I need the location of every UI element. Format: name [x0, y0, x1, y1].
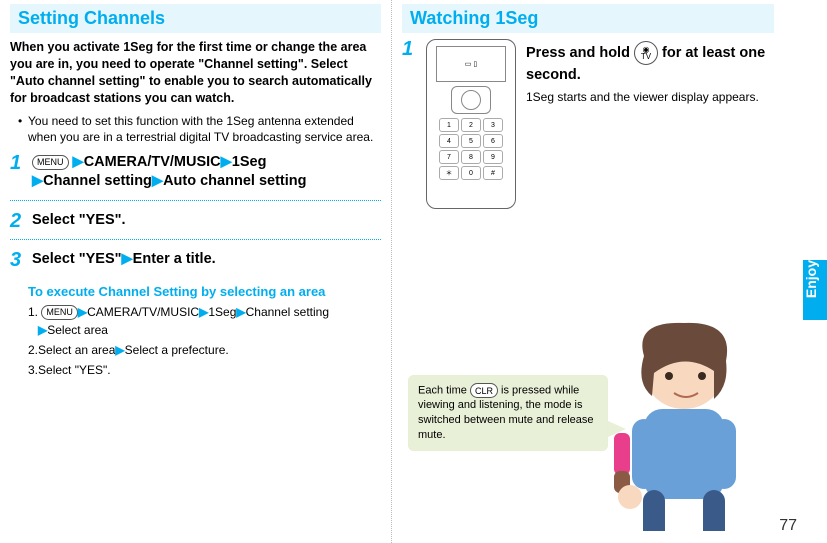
step-1: 1 MENU ▶CAMERA/TV/MUSIC▶1Seg ▶Channel se…: [10, 153, 381, 192]
side-tab-enjoy: Enjoy: [803, 260, 827, 320]
phone-screen: ▭ ▯: [436, 46, 506, 82]
arrow-icon: ▶: [221, 154, 232, 170]
step3-b: Enter a title.: [133, 251, 216, 267]
key-9: 9: [483, 150, 503, 164]
heading-setting-channels: Setting Channels: [10, 4, 381, 33]
sub-step-1: 1. MENU▶CAMERA/TV/MUSIC▶1Seg▶Channel set…: [28, 303, 381, 339]
key-6: 6: [483, 134, 503, 148]
sub-step-3: 3.Select "YES".: [28, 361, 381, 379]
step1-part1: CAMERA/TV/MUSIC: [84, 154, 221, 170]
sub1-c: Channel setting: [246, 305, 329, 319]
arrow-icon: ▶: [115, 343, 124, 357]
sub2-b: Select a prefecture.: [125, 343, 229, 357]
sub3-a: Select "YES".: [38, 363, 111, 377]
divider: [10, 200, 381, 201]
step-1-body: MENU ▶CAMERA/TV/MUSIC▶1Seg ▶Channel sett…: [32, 153, 381, 192]
arrow-icon: ▶: [78, 305, 87, 319]
step-2: 2 Select "YES".: [10, 211, 381, 231]
key-4: 4: [439, 134, 459, 148]
page-number: 77: [779, 517, 797, 535]
key-5: 5: [461, 134, 481, 148]
key-2: 2: [461, 118, 481, 132]
menu-icon: MENU: [41, 305, 78, 320]
character-illustration: [574, 301, 744, 531]
tip-a: Each time: [418, 385, 470, 397]
phone-illustration: ▭ ▯ 1 2 3 4 5 6 7 8 9 ＊ 0 #: [426, 39, 516, 209]
step1-part4: Auto channel setting: [163, 173, 306, 189]
arrow-icon: ▶: [122, 251, 133, 267]
watch-step-1-desc: 1Seg starts and the viewer display appea…: [526, 89, 774, 105]
intro-text: When you activate 1Seg for the first tim…: [10, 39, 381, 107]
watch-step-1-title: Press and hold ◉TV for at least one seco…: [526, 41, 774, 85]
sub2-num: 2.: [28, 343, 38, 357]
key-7: 7: [439, 150, 459, 164]
step-number: 2: [10, 211, 26, 231]
watch-step-1: 1 ▭ ▯ 1 2 3 4 5 6 7 8 9 ＊ 0 #: [402, 39, 774, 209]
key-0: 0: [461, 166, 481, 180]
step-number: 1: [10, 153, 26, 173]
step-number: 3: [10, 250, 26, 270]
phone-dpad: [451, 86, 491, 114]
left-column: Setting Channels When you activate 1Seg …: [0, 0, 392, 543]
side-tab-label: Enjoy: [803, 260, 819, 304]
step-3: 3 Select "YES"▶Enter a title.: [10, 250, 381, 270]
arrow-icon: ▶: [236, 305, 245, 319]
step1-part2: 1Seg: [232, 154, 267, 170]
menu-icon: MENU: [32, 155, 69, 170]
sub1-num: 1.: [28, 305, 38, 319]
arrow-icon: ▶: [199, 305, 208, 319]
key-hash: #: [483, 166, 503, 180]
step-3-body: Select "YES"▶Enter a title.: [32, 250, 381, 270]
title-a: Press and hold: [526, 45, 634, 61]
arrow-icon: ▶: [73, 154, 84, 170]
arrow-icon: ▶: [38, 323, 47, 337]
sub-step-2: 2.Select an area▶Select a prefecture.: [28, 341, 381, 359]
camera-tv-key-icon: ◉TV: [634, 41, 658, 65]
key-3: 3: [483, 118, 503, 132]
step3-a: Select "YES": [32, 251, 122, 267]
sub-steps: 1. MENU▶CAMERA/TV/MUSIC▶1Seg▶Channel set…: [28, 303, 381, 379]
heading-watching-1seg: Watching 1Seg: [402, 4, 774, 33]
antenna-note: You need to set this function with the 1…: [18, 113, 381, 145]
watch-step-1-text: Press and hold ◉TV for at least one seco…: [526, 39, 774, 209]
sub3-num: 3.: [28, 363, 38, 377]
clr-key-icon: CLR: [470, 383, 498, 398]
key-8: 8: [461, 150, 481, 164]
sub-heading-area-select: To execute Channel Setting by selecting …: [28, 284, 381, 299]
step1-part3: Channel setting: [43, 173, 152, 189]
sub1-a: CAMERA/TV/MUSIC: [87, 305, 199, 319]
divider: [10, 239, 381, 240]
key-star: ＊: [439, 166, 459, 180]
key-1: 1: [439, 118, 459, 132]
step-number: 1: [402, 39, 416, 209]
right-column: Watching 1Seg 1 ▭ ▯ 1 2 3 4 5 6 7 8 9 ＊ …: [392, 0, 784, 543]
sub1-b: 1Seg: [208, 305, 236, 319]
tv-label: TV: [641, 53, 651, 60]
sub2-a: Select an area: [38, 343, 115, 357]
arrow-icon: ▶: [152, 173, 163, 189]
phone-keypad: 1 2 3 4 5 6 7 8 9 ＊ 0 #: [439, 118, 503, 180]
step-2-body: Select "YES".: [32, 211, 381, 231]
sub1-d: Select area: [47, 323, 108, 337]
arrow-icon: ▶: [32, 173, 43, 189]
